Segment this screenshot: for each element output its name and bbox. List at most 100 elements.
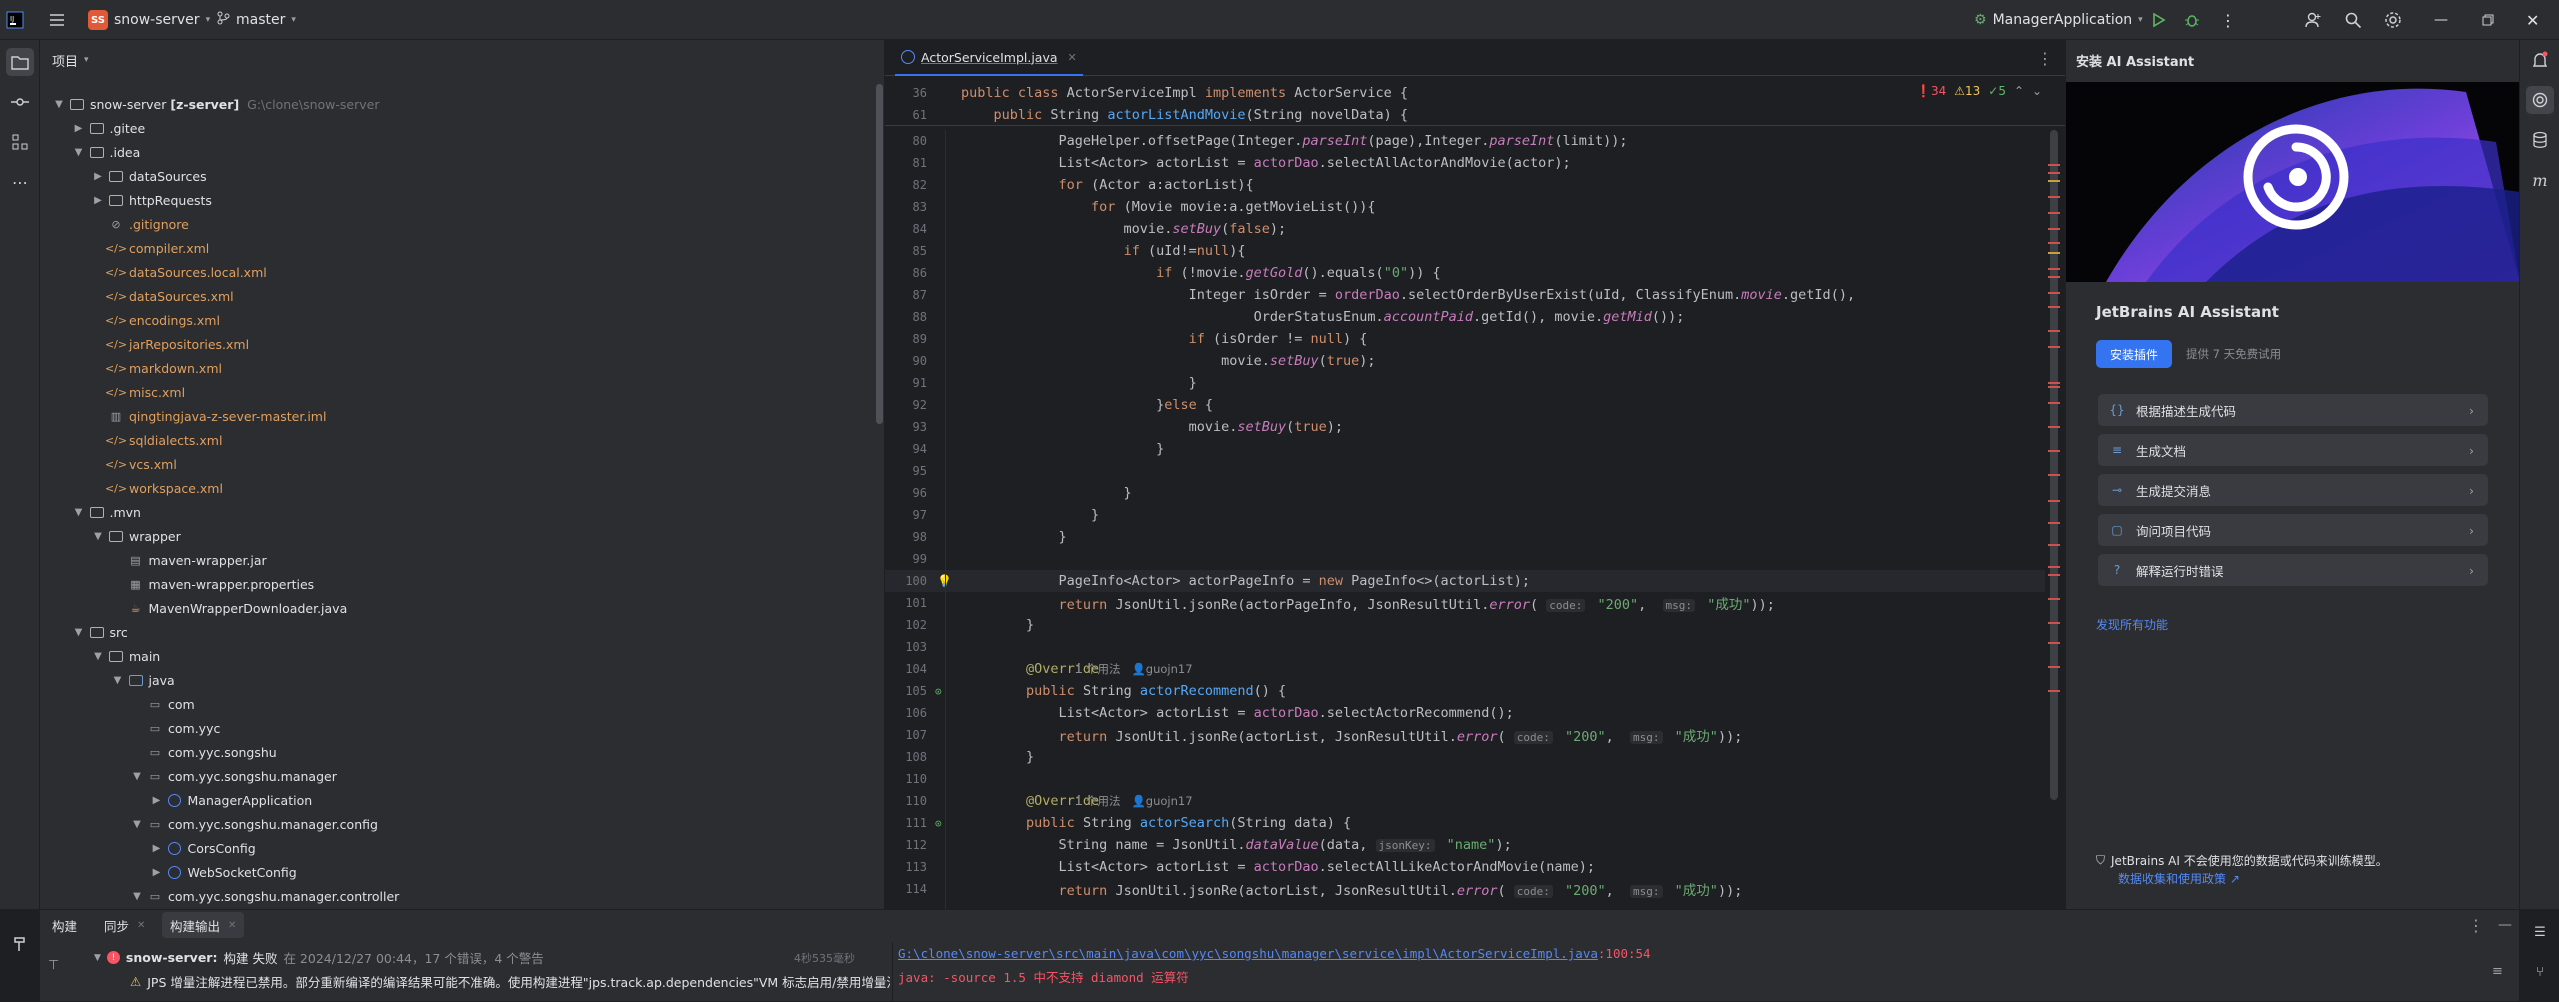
line-number[interactable]: 95 [885,464,931,478]
line-number[interactable]: 106 [885,706,931,720]
code-line[interactable]: 111 public String actorSearch(String dat… [885,812,2045,834]
expand-arrow-icon[interactable]: ▶ [150,795,164,806]
run-icon[interactable] [2150,0,2166,40]
code-line[interactable]: 84 movie.setBuy(false); [885,218,2045,240]
implements-gutter-icon[interactable]: ⊙ [935,817,942,830]
code-line[interactable]: 82 for (Actor a:actorList){ [885,174,2045,196]
expand-arrow-icon[interactable]: ▶ [91,171,105,182]
add-user-icon[interactable] [2304,0,2322,40]
code-line[interactable]: 86 if (!movie.getGold().equals("0")) { [885,262,2045,284]
error-stripe-mark[interactable] [2048,306,2060,308]
ai-feature-item[interactable]: {} 根据描述生成代码 › [2098,394,2488,426]
usage-hint[interactable]: 1 个用法 👤guojn17 [1075,661,1193,677]
notifications-bell-icon[interactable] [2526,46,2554,74]
code-line[interactable]: 80 PageHelper.offsetPage(Integer.parseIn… [885,130,2045,152]
error-stripe-mark[interactable] [2048,228,2060,230]
project-switcher[interactable]: SS snow-server ▾ [88,0,210,40]
collapse-arrow-icon[interactable]: ▼ [130,891,144,902]
search-icon[interactable] [2344,0,2362,40]
tree-item[interactable]: </> markdown.xml [91,356,222,380]
minimize-icon[interactable]: — [2434,0,2448,40]
tree-item[interactable]: ▼ ▭ com.yyc.songshu.manager.config [130,812,378,836]
branch-switcher[interactable]: master ▾ [216,0,296,40]
error-stripe-mark[interactable] [2048,544,2060,546]
tree-item[interactable]: </> misc.xml [91,380,185,404]
collapse-arrow-icon[interactable]: ▼ [91,531,105,542]
line-number[interactable]: 105 [885,684,931,698]
install-plugin-button[interactable]: 安装插件 [2096,340,2172,368]
expand-arrow-icon[interactable]: ▶ [72,123,86,134]
line-number[interactable]: 110 [885,794,931,808]
minimize-panel-icon[interactable]: — [2498,910,2512,940]
error-stripe-mark[interactable] [2048,292,2060,294]
tree-root[interactable]: ▼ snow-server [z-server] G:\clone\snow-s… [52,92,379,116]
project-folder-icon[interactable] [6,48,34,76]
code-line[interactable]: 103 [885,636,2045,658]
code-line[interactable]: 94 } [885,438,2045,460]
usage-hint[interactable]: 1 个用法 👤guojn17 [1075,793,1193,809]
line-number[interactable]: 108 [885,750,931,764]
error-stripe-mark[interactable] [2048,252,2060,254]
collapse-arrow-icon[interactable]: ▼ [72,627,86,638]
settings-gear-icon[interactable] [2384,0,2402,40]
code-line[interactable]: 104 @Override 1 个用法 👤guojn17 [885,658,2045,680]
tree-item[interactable]: ▭ com.yyc [130,716,221,740]
tree-item[interactable]: ▼ .mvn [72,500,141,524]
restore-icon[interactable] [2482,0,2494,40]
collapse-arrow-icon[interactable]: ▼ [72,507,86,518]
line-number[interactable]: 87 [885,288,931,302]
code-line[interactable]: 81 List<Actor> actorList = actorDao.sele… [885,152,2045,174]
line-number[interactable]: 96 [885,486,931,500]
collapse-arrow-icon[interactable]: ▼ [72,147,86,158]
code-line[interactable]: 110 [885,768,2045,790]
commit-icon[interactable] [6,88,34,116]
code-line[interactable]: 95 [885,460,2045,482]
tab-build[interactable]: 构建 [52,910,77,940]
line-number[interactable]: 110 [885,772,931,786]
error-stripe-mark[interactable] [2048,276,2060,278]
error-stripe-mark[interactable] [2048,180,2060,182]
more-tools-icon[interactable]: ⋯ [6,168,34,196]
line-number[interactable]: 94 [885,442,931,456]
code-line[interactable]: 106 List<Actor> actorList = actorDao.sel… [885,702,2045,724]
line-number[interactable]: 88 [885,310,931,324]
code-line[interactable]: 99 [885,548,2045,570]
build-status-row[interactable]: ▼ ! snow-server: 构建 失败 在 2024/12/27 00:4… [94,948,544,967]
error-stripe[interactable] [2048,130,2062,909]
code-line[interactable]: 83 for (Movie movie:a.getMovieList()){ [885,196,2045,218]
tree-item[interactable]: ▥ qingtingjava-z-sever-master.iml [91,404,327,428]
error-stripe-mark[interactable] [2048,522,2060,524]
build-hammer-icon[interactable] [6,930,34,958]
split-divider[interactable] [892,942,893,1002]
error-stripe-mark[interactable] [2048,622,2060,624]
error-stripe-mark[interactable] [2048,450,2060,452]
error-stripe-mark[interactable] [2048,474,2060,476]
code-line[interactable]: 110 @Override 1 个用法 👤guojn17 [885,790,2045,812]
tree-item[interactable]: ▼ java [111,668,175,692]
error-stripe-mark[interactable] [2048,196,2060,198]
app-logo-icon[interactable]: IJ [6,0,24,40]
tree-item[interactable]: ▶ ManagerApplication [150,788,313,812]
code-body[interactable]: 80 PageHelper.offsetPage(Integer.parseIn… [885,130,2045,909]
line-number[interactable]: 97 [885,508,931,522]
implements-gutter-icon[interactable]: ⊙ [935,685,942,698]
code-line[interactable]: 100 PageInfo<Actor> actorPageInfo = new … [885,570,2045,592]
close-tab-icon[interactable]: ✕ [1068,51,1077,64]
tree-item[interactable]: ▼ main [91,644,160,668]
line-number[interactable]: 100 [885,574,931,588]
line-number[interactable]: 91 [885,376,931,390]
panel-options-icon[interactable]: ⋮ [2468,910,2484,940]
line-number[interactable]: 111 [885,816,931,830]
expand-arrow-icon[interactable]: ▶ [150,867,164,878]
error-stripe-mark[interactable] [2048,598,2060,600]
code-line[interactable]: 92 }else { [885,394,2045,416]
tree-scrollbar[interactable] [876,84,883,424]
ai-feature-item[interactable]: ? 解释运行时错误 › [2098,554,2488,586]
main-menu-icon[interactable] [48,0,66,40]
ai-feature-item[interactable]: ≡ 生成文档 › [2098,434,2488,466]
line-number[interactable]: 114 [885,882,931,896]
line-number[interactable]: 82 [885,178,931,192]
line-number[interactable]: 113 [885,860,931,874]
error-stripe-mark[interactable] [2048,212,2060,214]
code-line[interactable]: 107 return JsonUtil.jsonRe(actorList, Js… [885,724,2045,746]
